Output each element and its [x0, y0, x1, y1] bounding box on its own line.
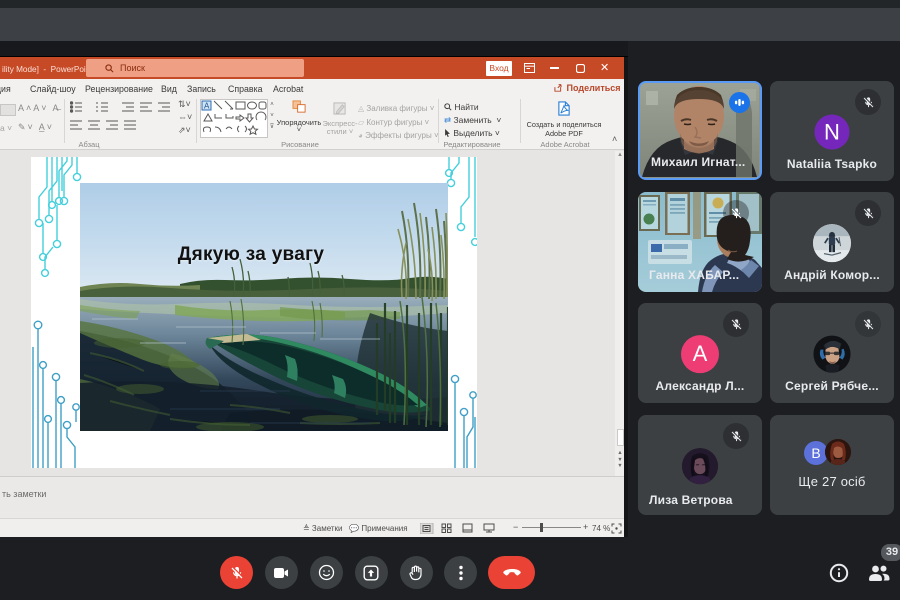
svg-text:A: A	[204, 102, 210, 111]
